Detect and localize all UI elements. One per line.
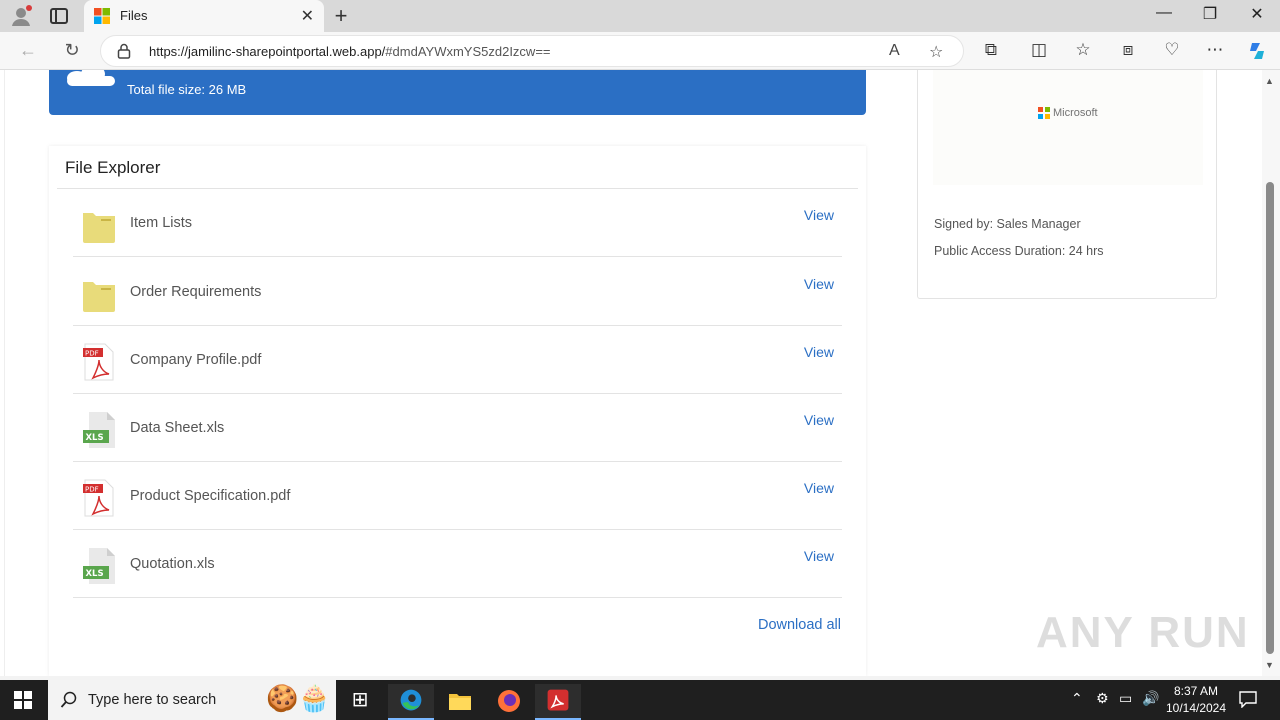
view-link[interactable]: View xyxy=(804,412,834,428)
taskbar-search[interactable]: Type here to search 🍪🧁 xyxy=(48,680,336,720)
file-row: PDF Product Specification.pdf View xyxy=(73,462,842,530)
file-name[interactable]: Product Specification.pdf xyxy=(130,488,290,504)
file-row: XLS Quotation.xls View xyxy=(73,530,842,598)
taskbar: Type here to search 🍪🧁 ⊞ ⌃ ⚙ ▭ 🔊 8:37 AM… xyxy=(0,680,1280,720)
address-bar[interactable]: https://jamilinc-sharepointportal.web.ap… xyxy=(100,35,964,67)
refresh-icon[interactable]: ↻ xyxy=(60,40,84,61)
file-name[interactable]: Item Lists xyxy=(130,215,192,231)
toolbar: ← ↻ https://jamilinc-sharepointportal.we… xyxy=(0,32,1280,70)
close-window-button[interactable]: ✕ xyxy=(1234,4,1280,24)
total-file-size: Total file size: 26 MB xyxy=(127,82,247,97)
notification-icon[interactable] xyxy=(1238,690,1258,708)
network-adapter-icon[interactable]: ⚙ xyxy=(1096,690,1109,707)
file-explorer-icon[interactable] xyxy=(437,684,483,720)
folder-icon xyxy=(83,213,115,243)
microsoft-favicon-icon xyxy=(94,8,110,24)
favorite-star-icon[interactable]: ☆ xyxy=(929,42,943,62)
file-name[interactable]: Quotation.xls xyxy=(130,556,215,572)
lock-icon[interactable] xyxy=(117,43,131,59)
file-row: XLS Data Sheet.xls View xyxy=(73,394,842,462)
view-link[interactable]: View xyxy=(804,480,834,496)
copilot-icon[interactable] xyxy=(1246,40,1268,62)
collections-icon[interactable]: ⧈ xyxy=(1117,40,1139,60)
search-placeholder: Type here to search xyxy=(88,692,217,708)
svg-text:XLS: XLS xyxy=(86,433,104,443)
network-icon[interactable]: ▭ xyxy=(1119,690,1132,707)
microsoft-logo-text: Microsoft xyxy=(1053,107,1098,119)
cloud-icon xyxy=(67,70,115,86)
svg-text:PDF: PDF xyxy=(85,350,99,358)
scroll-down-icon[interactable]: ▼ xyxy=(1265,660,1274,670)
split-screen-icon[interactable]: ◫ xyxy=(1028,40,1050,60)
xls-file-icon: XLS xyxy=(83,412,115,448)
vertical-scrollbar[interactable]: ▲ ▼ xyxy=(1262,70,1280,676)
file-name[interactable]: Data Sheet.xls xyxy=(130,420,224,436)
svg-text:XLS: XLS xyxy=(86,569,104,579)
view-link[interactable]: View xyxy=(804,344,834,360)
signed-by: Signed by: Sales Manager xyxy=(934,217,1081,231)
profile-icon[interactable] xyxy=(10,5,32,27)
favorites-icon[interactable]: ☆ xyxy=(1072,40,1094,60)
pdf-file-icon: PDF xyxy=(83,343,114,381)
tray-overflow-icon[interactable]: ⌃ xyxy=(1071,690,1083,707)
task-view-icon[interactable]: ⊞ xyxy=(337,684,383,720)
search-icon xyxy=(60,691,77,708)
scroll-thumb[interactable] xyxy=(1266,182,1274,654)
view-link[interactable]: View xyxy=(804,276,834,292)
url-text: https://jamilinc-sharepointportal.web.ap… xyxy=(149,44,551,59)
taskbar-clock[interactable]: 8:37 AM 10/14/2024 xyxy=(1162,683,1230,717)
microsoft-logo-icon xyxy=(1038,107,1050,119)
volume-icon[interactable]: 🔊 xyxy=(1142,690,1159,707)
scroll-up-icon[interactable]: ▲ xyxy=(1265,76,1274,86)
download-all-link[interactable]: Download all xyxy=(758,617,841,633)
file-row: Order Requirements View xyxy=(73,258,842,326)
tab-close-icon[interactable]: ✕ xyxy=(301,6,314,26)
file-row: PDF Company Profile.pdf View xyxy=(73,326,842,394)
file-explorer-title: File Explorer xyxy=(65,158,161,177)
url-host: https://jamilinc-sharepointportal.web.ap… xyxy=(149,44,386,59)
tab-strip: Files ✕ + — ❐ ✕ xyxy=(0,0,1280,32)
edge-browser-icon[interactable] xyxy=(388,684,434,720)
xls-file-icon: XLS xyxy=(83,548,115,584)
windows-start-icon[interactable] xyxy=(14,691,32,709)
cupcake-icon: 🍪🧁 xyxy=(266,683,331,713)
firefox-icon[interactable] xyxy=(486,684,532,720)
clock-time: 8:37 AM xyxy=(1173,684,1219,698)
microsoft-logo: Microsoft xyxy=(1038,107,1098,119)
restore-button[interactable]: ❐ xyxy=(1187,4,1233,24)
browser-essentials-icon[interactable]: ♡ xyxy=(1161,40,1183,60)
logo-area: Microsoft xyxy=(933,70,1203,185)
tab-title: Files xyxy=(120,8,148,23)
browser-tab-files[interactable]: Files ✕ xyxy=(84,0,324,32)
folder-icon xyxy=(83,282,115,312)
back-arrow-icon[interactable]: ← xyxy=(16,40,40,61)
more-menu-icon[interactable]: ⋯ xyxy=(1204,40,1226,60)
storage-banner: Total file size: 26 MB xyxy=(49,70,866,115)
read-aloud-icon[interactable]: A xyxy=(889,42,900,60)
file-explorer-panel: File Explorer Item Lists View Order Requ… xyxy=(49,146,866,676)
anyrun-watermark: ANY RUN xyxy=(1036,608,1250,657)
extensions-icon[interactable]: ⧉ xyxy=(980,40,1002,60)
page-viewport: Total file size: 26 MB File Explorer Ite… xyxy=(0,70,1262,676)
clock-date: 10/14/2024 xyxy=(1165,701,1227,715)
minimize-button[interactable]: — xyxy=(1141,4,1187,22)
file-name[interactable]: Company Profile.pdf xyxy=(130,352,261,368)
view-link[interactable]: View xyxy=(804,548,834,564)
pdf-file-icon: PDF xyxy=(83,479,114,517)
view-link[interactable]: View xyxy=(804,207,834,223)
svg-text:PDF: PDF xyxy=(85,486,99,494)
file-name[interactable]: Order Requirements xyxy=(130,284,261,300)
acrobat-reader-icon[interactable] xyxy=(535,684,581,720)
file-row: Item Lists View xyxy=(73,189,842,257)
url-fragment: #dmdAYWxmYS5zd2Izcw== xyxy=(385,44,551,59)
signature-card: Microsoft Signed by: Sales Manager Publi… xyxy=(917,70,1217,299)
access-duration: Public Access Duration: 24 hrs xyxy=(934,244,1104,258)
tab-actions-icon[interactable] xyxy=(50,8,68,24)
new-tab-button[interactable]: + xyxy=(330,3,352,29)
